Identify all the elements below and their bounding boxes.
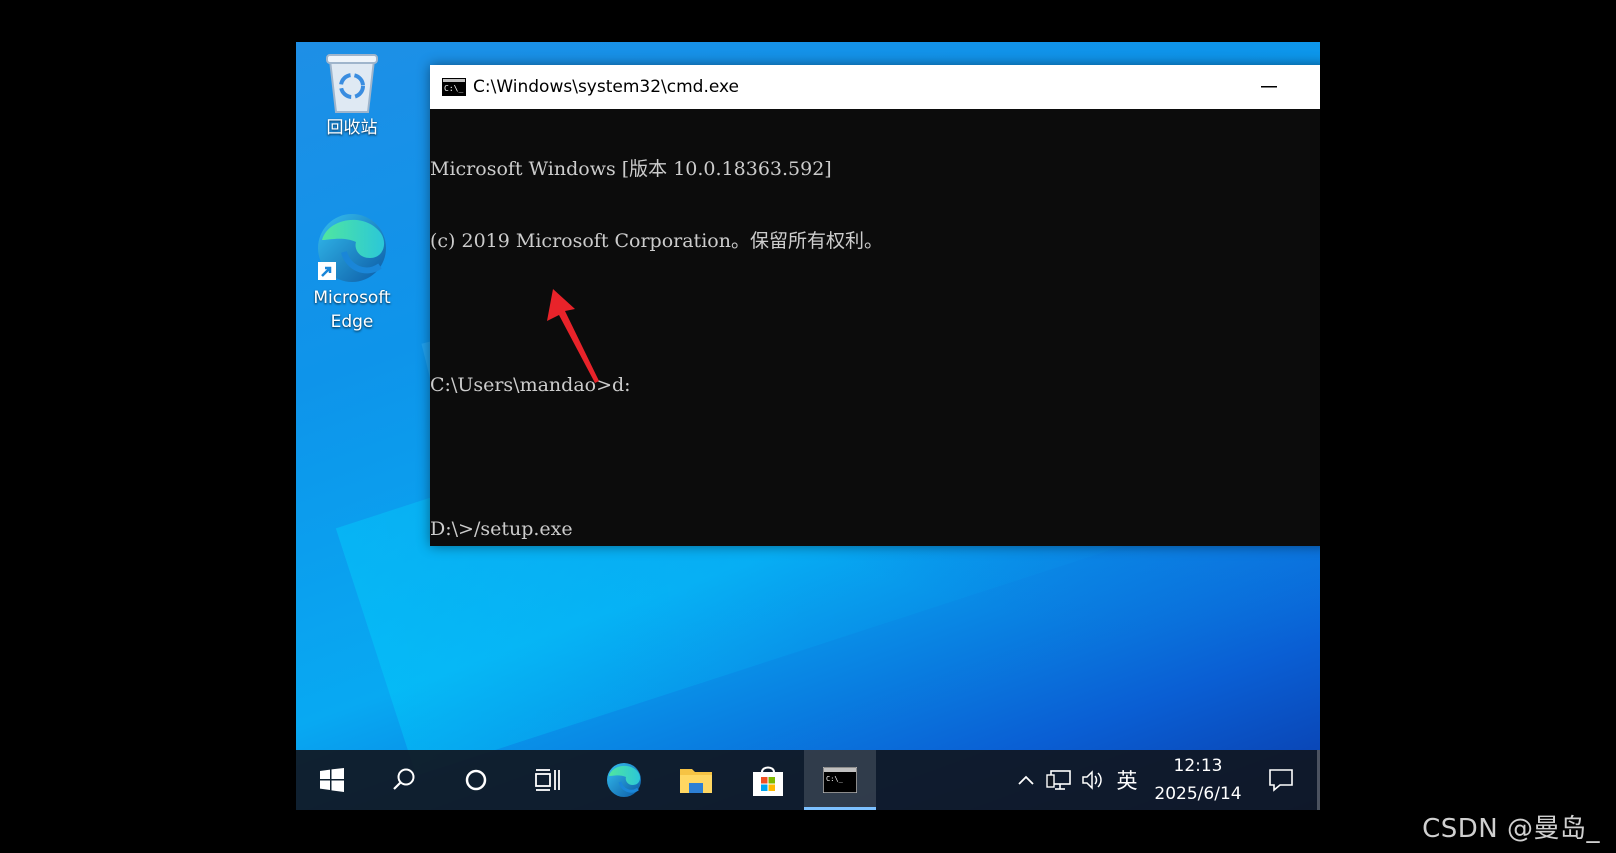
chevron-up-icon <box>1018 775 1034 785</box>
show-hidden-icons-button[interactable] <box>1010 750 1042 810</box>
minimize-button[interactable] <box>1240 65 1298 109</box>
cmd-titlebar[interactable]: C:\_ C:\Windows\system32\cmd.exe <box>430 65 1320 109</box>
cmd-line: Microsoft Windows [版本 10.0.18363.592] <box>430 158 832 180</box>
svg-text:C:\_: C:\_ <box>444 84 463 93</box>
clock[interactable]: 12:13 2025/6/14 <box>1144 750 1252 810</box>
search-icon <box>393 768 415 790</box>
cmd-line: (c) 2019 Microsoft Corporation。保留所有权利。 <box>430 230 883 252</box>
speaker-icon <box>1082 770 1102 790</box>
network-icon <box>1046 770 1071 790</box>
recycle-bin-icon <box>326 54 378 113</box>
cmd-line: D:\>/setup.exe <box>430 518 573 540</box>
desktop: 回收站 Microsoft Edge C:\_ C:\Windows\syste… <box>296 42 1320 810</box>
task-view-icon <box>535 769 560 791</box>
file-explorer-icon <box>680 769 712 793</box>
taskbar-cmd-button[interactable]: C:\_ <box>804 750 876 810</box>
task-view-button[interactable] <box>512 750 584 810</box>
notification-icon <box>1269 769 1293 792</box>
network-button[interactable] <box>1042 750 1076 810</box>
file-explorer-button[interactable] <box>660 750 732 810</box>
desktop-icon-label: Microsoft Edge <box>313 288 391 332</box>
desktop-icon-label: 回收站 <box>326 118 378 138</box>
store-icon <box>753 766 783 796</box>
minimize-icon <box>1261 86 1277 88</box>
input-method-indicator[interactable]: 英 <box>1110 750 1144 810</box>
clock-time: 12:13 <box>1173 756 1223 776</box>
store-button[interactable] <box>732 750 804 810</box>
taskbar: C:\_ 英 12:13 2025/6/14 <box>296 750 1320 810</box>
search-button[interactable] <box>368 750 440 810</box>
desktop-icon-recycle-bin[interactable]: 回收站 <box>302 50 402 140</box>
cortana-icon <box>465 769 487 791</box>
action-center-button[interactable] <box>1252 750 1310 810</box>
volume-button[interactable] <box>1076 750 1110 810</box>
cmd-title: C:\Windows\system32\cmd.exe <box>473 77 740 97</box>
cortana-button[interactable] <box>440 750 512 810</box>
windows-start-icon <box>320 768 344 792</box>
start-button[interactable] <box>296 750 368 810</box>
cmd-icon: C:\_ <box>442 78 466 96</box>
edge-icon <box>318 214 386 282</box>
watermark: CSDN @曼岛_ <box>1422 814 1600 844</box>
clock-date: 2025/6/14 <box>1154 784 1242 804</box>
edge-icon <box>607 763 641 797</box>
system-tray: 英 12:13 2025/6/14 <box>1010 750 1320 810</box>
annotation-arrow-icon <box>547 289 599 383</box>
show-desktop-button[interactable] <box>1317 750 1320 810</box>
desktop-icon-edge[interactable]: Microsoft Edge <box>302 210 402 334</box>
svg-text:C:\_: C:\_ <box>826 775 844 783</box>
cmd-line <box>430 445 1320 469</box>
cmd-icon: C:\_ <box>823 767 857 793</box>
taskbar-edge-button[interactable] <box>588 750 660 810</box>
cmd-window[interactable]: C:\_ C:\Windows\system32\cmd.exe Microso… <box>430 65 1320 546</box>
